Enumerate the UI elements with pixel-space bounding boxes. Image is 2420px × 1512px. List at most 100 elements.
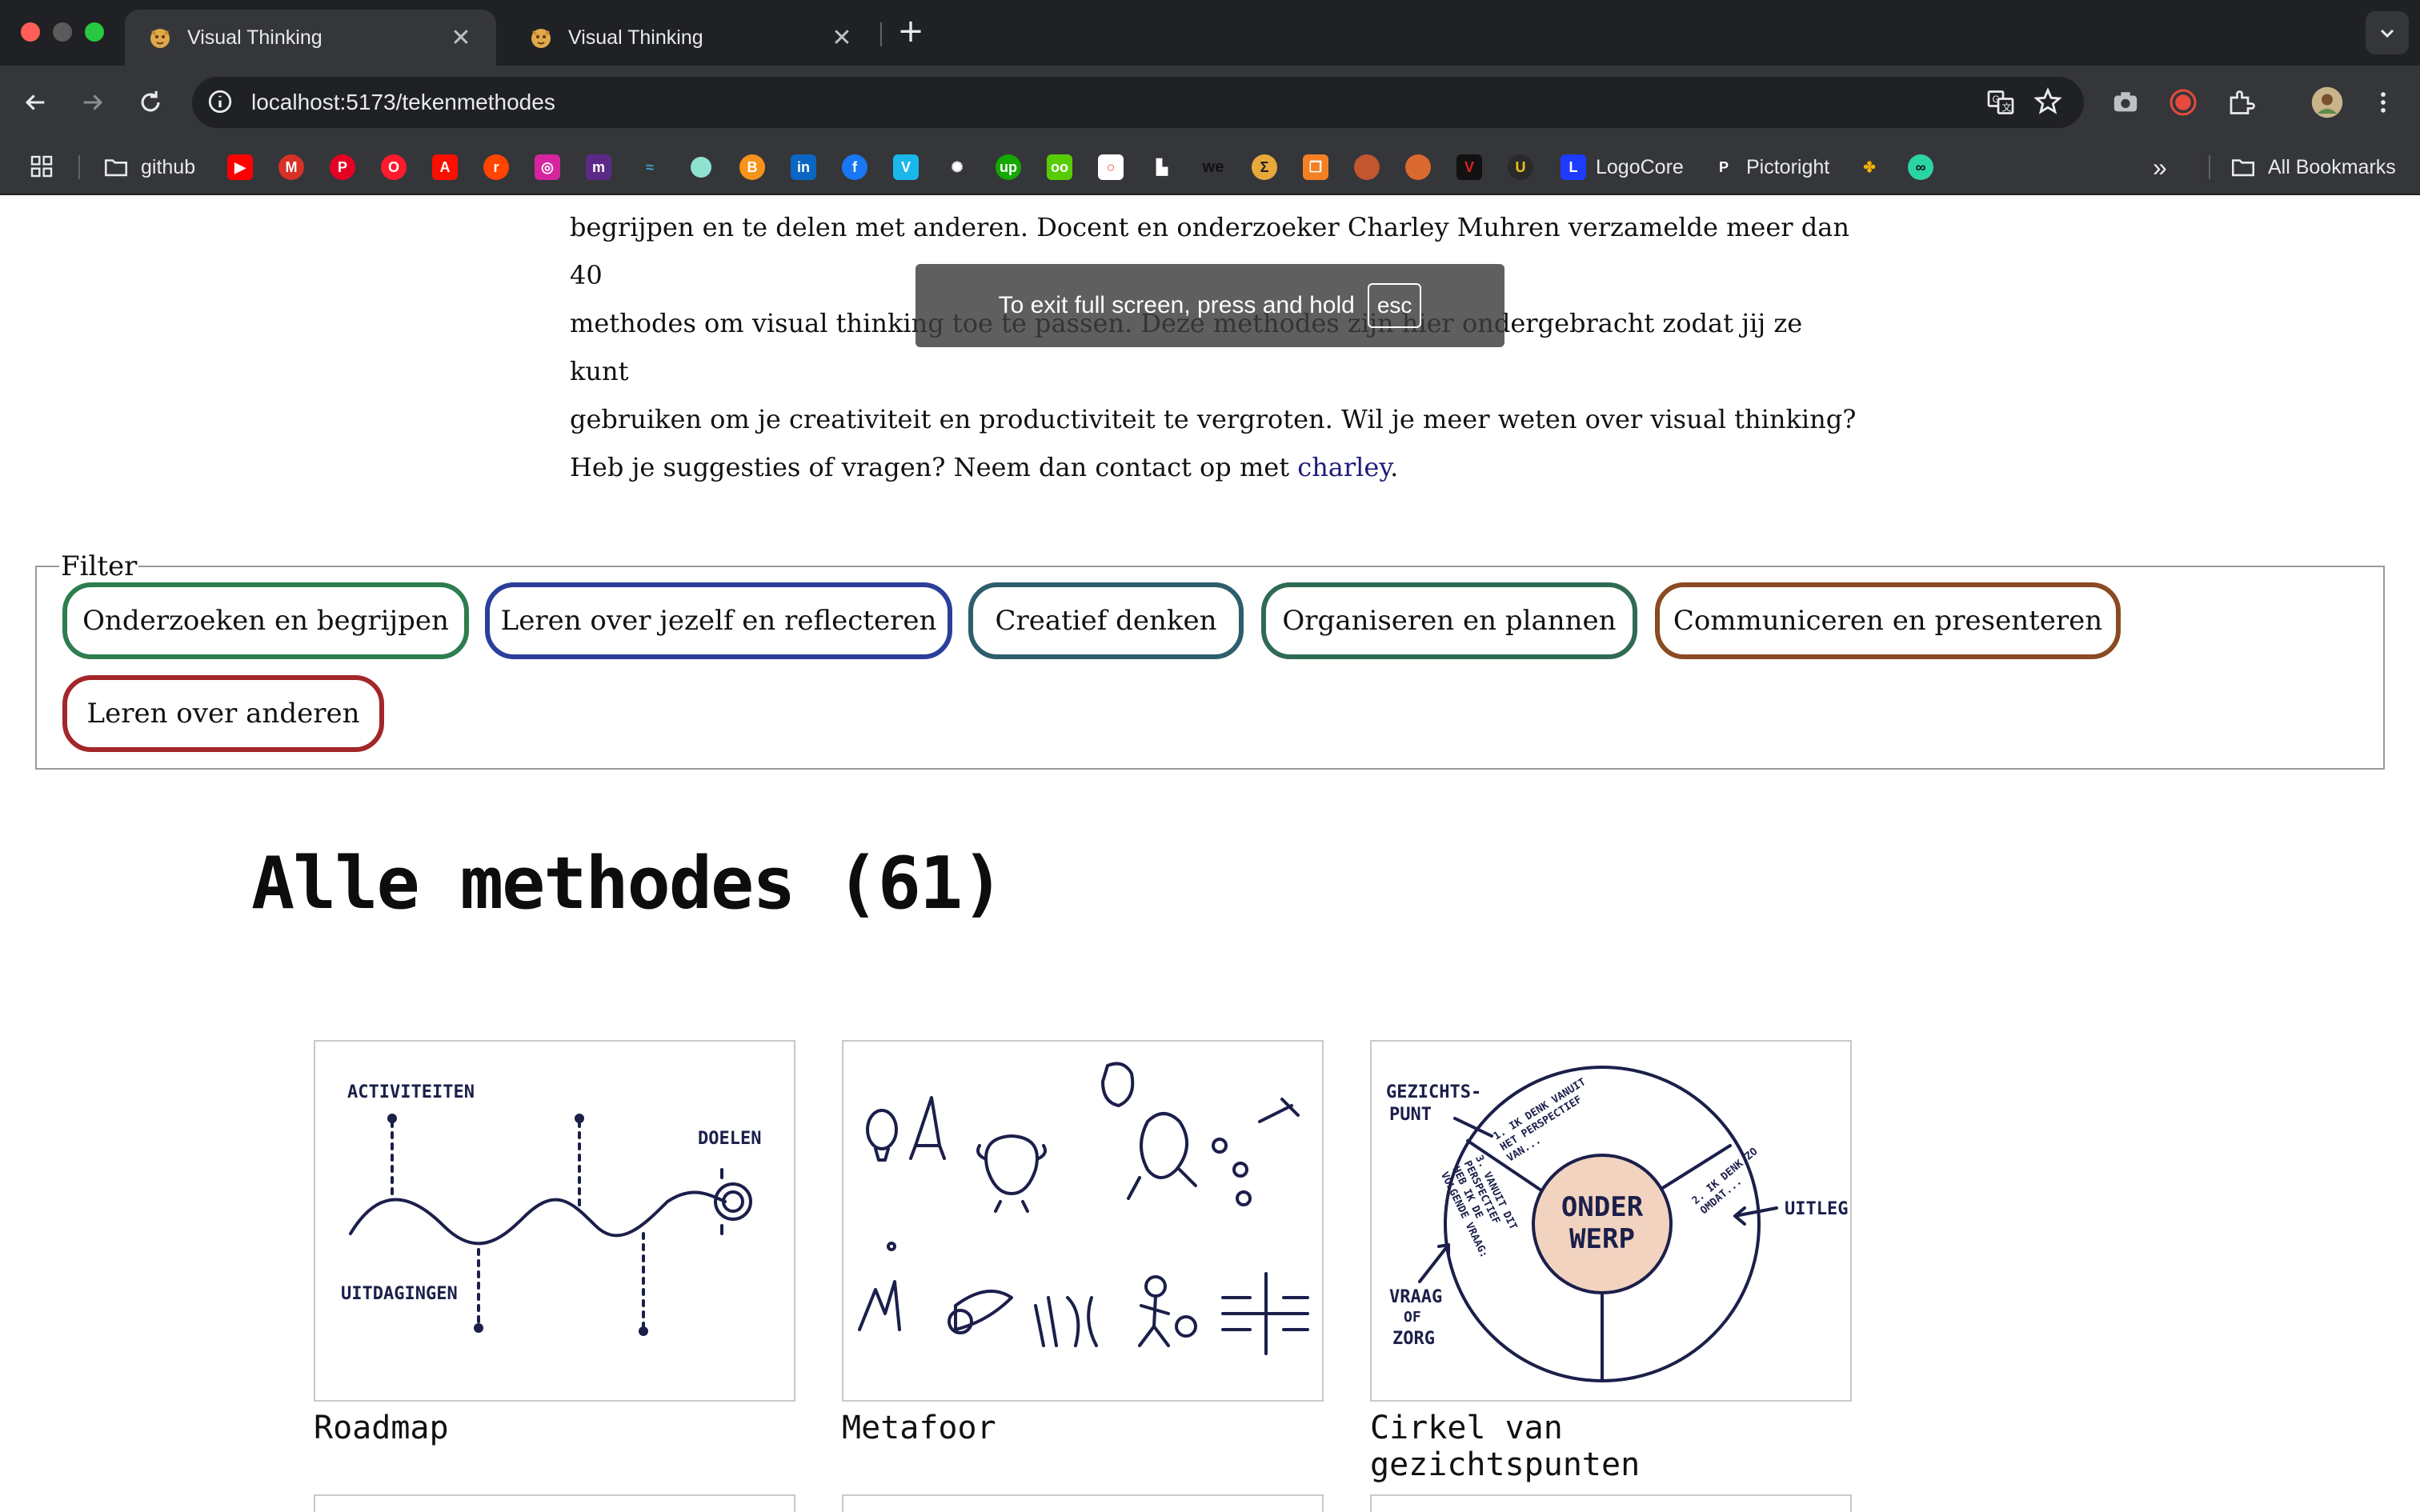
roadmap-label-activities: ACTIVITEITEN	[347, 1082, 475, 1102]
opera-bookmark-icon[interactable]: O	[381, 154, 407, 180]
forward-button[interactable]	[74, 83, 112, 122]
instagram-bookmark-icon[interactable]: ◎	[535, 154, 560, 180]
browser-toolbar: localhost:5173/tekenmethodes G文	[0, 66, 2420, 139]
filter-chip-onderzoeken[interactable]: Onderzoeken en begrijpen	[62, 582, 469, 659]
photos-bookmark-icon[interactable]: ○	[1098, 154, 1124, 180]
filter-chip-leren-over-jezelf[interactable]: Leren over jezelf en reflecteren	[485, 582, 952, 659]
translate-icon[interactable]: G文	[1986, 88, 2015, 117]
method-card-next-row[interactable]	[842, 1494, 1324, 1512]
record-extension-button[interactable]	[2166, 85, 2201, 120]
puzzle-icon	[2230, 90, 2255, 114]
bookmark-logocore[interactable]: L LogoCore	[1561, 139, 1684, 195]
method-card-title: Metafoor	[842, 1410, 996, 1446]
camera-icon	[2113, 92, 2138, 112]
v-bookmark-icon[interactable]: V	[1456, 154, 1482, 180]
unsplash-bookmark-icon[interactable]: ▙	[1149, 154, 1175, 180]
apps-grid-icon[interactable]	[29, 154, 54, 179]
minimize-window-button[interactable]	[53, 22, 72, 42]
metafoor-illustration	[842, 1040, 1324, 1402]
infinity-bookmark-icon[interactable]: ∞	[1908, 154, 1933, 180]
medium-bookmark-icon[interactable]: m	[586, 154, 611, 180]
profile-avatar[interactable]	[2310, 85, 2345, 120]
method-card-next-row[interactable]	[314, 1494, 795, 1512]
reload-icon	[141, 90, 160, 112]
tab-strip: Visual Thinking ✕ Visual Thinking ✕ +	[0, 0, 2420, 66]
duolingo-bookmark-icon[interactable]: oo	[1047, 154, 1072, 180]
bookmark-label: All Bookmarks	[2268, 155, 2396, 178]
intro-line: Heb je suggesties of vragen? Neem dan co…	[570, 443, 1866, 491]
method-card-next-row[interactable]	[1370, 1494, 1852, 1512]
cirkel-center-line1: ONDER	[1561, 1191, 1644, 1223]
vimeo-bookmark-icon[interactable]: V	[893, 154, 919, 180]
lion-favicon-icon	[150, 29, 170, 48]
method-card-roadmap[interactable]: ACTIVITEITEN DOELEN UITDAGINGEN Roadmap	[314, 1040, 795, 1446]
stack-bookmark-icon[interactable]: ❐	[1303, 154, 1328, 180]
upwork-bookmark-icon[interactable]: up	[996, 154, 1021, 180]
orb-bookmark-icon[interactable]	[1354, 154, 1380, 180]
linkedin-bookmark-icon[interactable]: in	[791, 154, 816, 180]
chevron-down-icon	[2380, 29, 2394, 38]
intro-text: .	[1390, 452, 1399, 482]
close-tab-icon[interactable]: ✕	[829, 24, 855, 52]
roadmap-illustration: ACTIVITEITEN DOELEN UITDAGINGEN	[314, 1040, 795, 1402]
bookmark-star-icon[interactable]	[2033, 86, 2063, 117]
browser-menu-button[interactable]	[2366, 85, 2401, 120]
svg-text:文: 文	[2002, 102, 2012, 114]
close-window-button[interactable]	[21, 22, 40, 42]
cirkel-question-line3: ZORG	[1392, 1329, 1435, 1349]
filter-chip-creatief-denken[interactable]: Creatief denken	[968, 582, 1244, 659]
tab-search-button[interactable]	[2366, 11, 2409, 54]
close-tab-icon[interactable]: ✕	[448, 24, 474, 52]
kebab-menu-icon	[2381, 92, 2386, 113]
cirkel-explain-label: UITLEG	[1785, 1199, 1848, 1219]
contact-link[interactable]: charley	[1297, 452, 1390, 482]
reddit-bookmark-icon[interactable]: r	[483, 154, 509, 180]
fullscreen-exit-toast: To exit full screen, press and hold esc	[916, 264, 1504, 347]
filter-chip-organiseren[interactable]: Organiseren en plannen	[1261, 582, 1637, 659]
pinwheel-bookmark-icon[interactable]: ✤	[1857, 154, 1882, 180]
u-bookmark-icon[interactable]: U	[1508, 154, 1533, 180]
ball-bookmark-icon[interactable]	[1405, 154, 1431, 180]
extensions-button[interactable]	[2223, 85, 2258, 120]
bird-bookmark-icon[interactable]: ≈	[637, 154, 663, 180]
intro-paragraph: begrijpen en te delen met anderen. Docen…	[570, 203, 1866, 491]
method-card-title: Roadmap	[314, 1410, 449, 1446]
site-info-icon[interactable]	[206, 88, 234, 115]
bookmark-pictoright[interactable]: P Pictoright	[1711, 139, 1829, 195]
record-icon	[2170, 89, 2197, 116]
method-card-metafoor[interactable]: Metafoor	[842, 1040, 1324, 1446]
openai-bookmark-icon[interactable]: ✺	[944, 154, 970, 180]
all-bookmarks-folder[interactable]: All Bookmarks	[2230, 139, 2396, 195]
filter-chip-leren-over-anderen[interactable]: Leren over anderen	[62, 675, 384, 752]
avatar-icon	[2311, 86, 2343, 118]
roadmap-label-goals: DOELEN	[698, 1129, 761, 1149]
youtube-bookmark-icon[interactable]: ▶	[227, 154, 253, 180]
pictoright-icon: P	[1711, 154, 1737, 180]
folder-icon	[104, 159, 128, 177]
logocore-icon: L	[1561, 154, 1586, 180]
arrow-right-icon	[83, 94, 103, 110]
pinterest-bookmark-icon[interactable]: P	[330, 154, 355, 180]
more-bookmarks-button[interactable]: »	[2153, 139, 2167, 195]
screenshot-extension-button[interactable]	[2108, 85, 2143, 120]
facebook-bookmark-icon[interactable]: f	[842, 154, 867, 180]
sigma-bookmark-icon[interactable]: Σ	[1252, 154, 1277, 180]
method-card-cirkel[interactable]: ONDER WERP GEZICHTS- PUNT UITLEG VRAAG O…	[1370, 1040, 1852, 1483]
browser-tab-2[interactable]: Visual Thinking ✕	[506, 10, 877, 66]
maximize-window-button[interactable]	[85, 22, 104, 42]
bookmarks-separator	[2209, 155, 2210, 179]
adobe-bookmark-icon[interactable]: A	[432, 154, 458, 180]
new-tab-button[interactable]: +	[895, 13, 927, 50]
browser-tab-1[interactable]: Visual Thinking ✕	[125, 10, 496, 66]
reload-button[interactable]	[131, 83, 170, 122]
address-bar[interactable]: localhost:5173/tekenmethodes G文	[192, 77, 2084, 128]
cirkel-question-line2: OF	[1404, 1309, 1421, 1326]
roadmap-label-challenges: UITDAGINGEN	[341, 1284, 458, 1304]
bookmark-folder-github[interactable]: github	[102, 139, 195, 195]
filter-chip-communiceren[interactable]: Communiceren en presenteren	[1655, 582, 2121, 659]
we-bookmark-icon[interactable]: we	[1200, 154, 1226, 180]
gmail-bookmark-icon[interactable]: M	[278, 154, 304, 180]
circle-bookmark-icon[interactable]	[688, 154, 714, 180]
bitcoin-bookmark-icon[interactable]: B	[739, 154, 765, 180]
back-button[interactable]	[16, 83, 54, 122]
